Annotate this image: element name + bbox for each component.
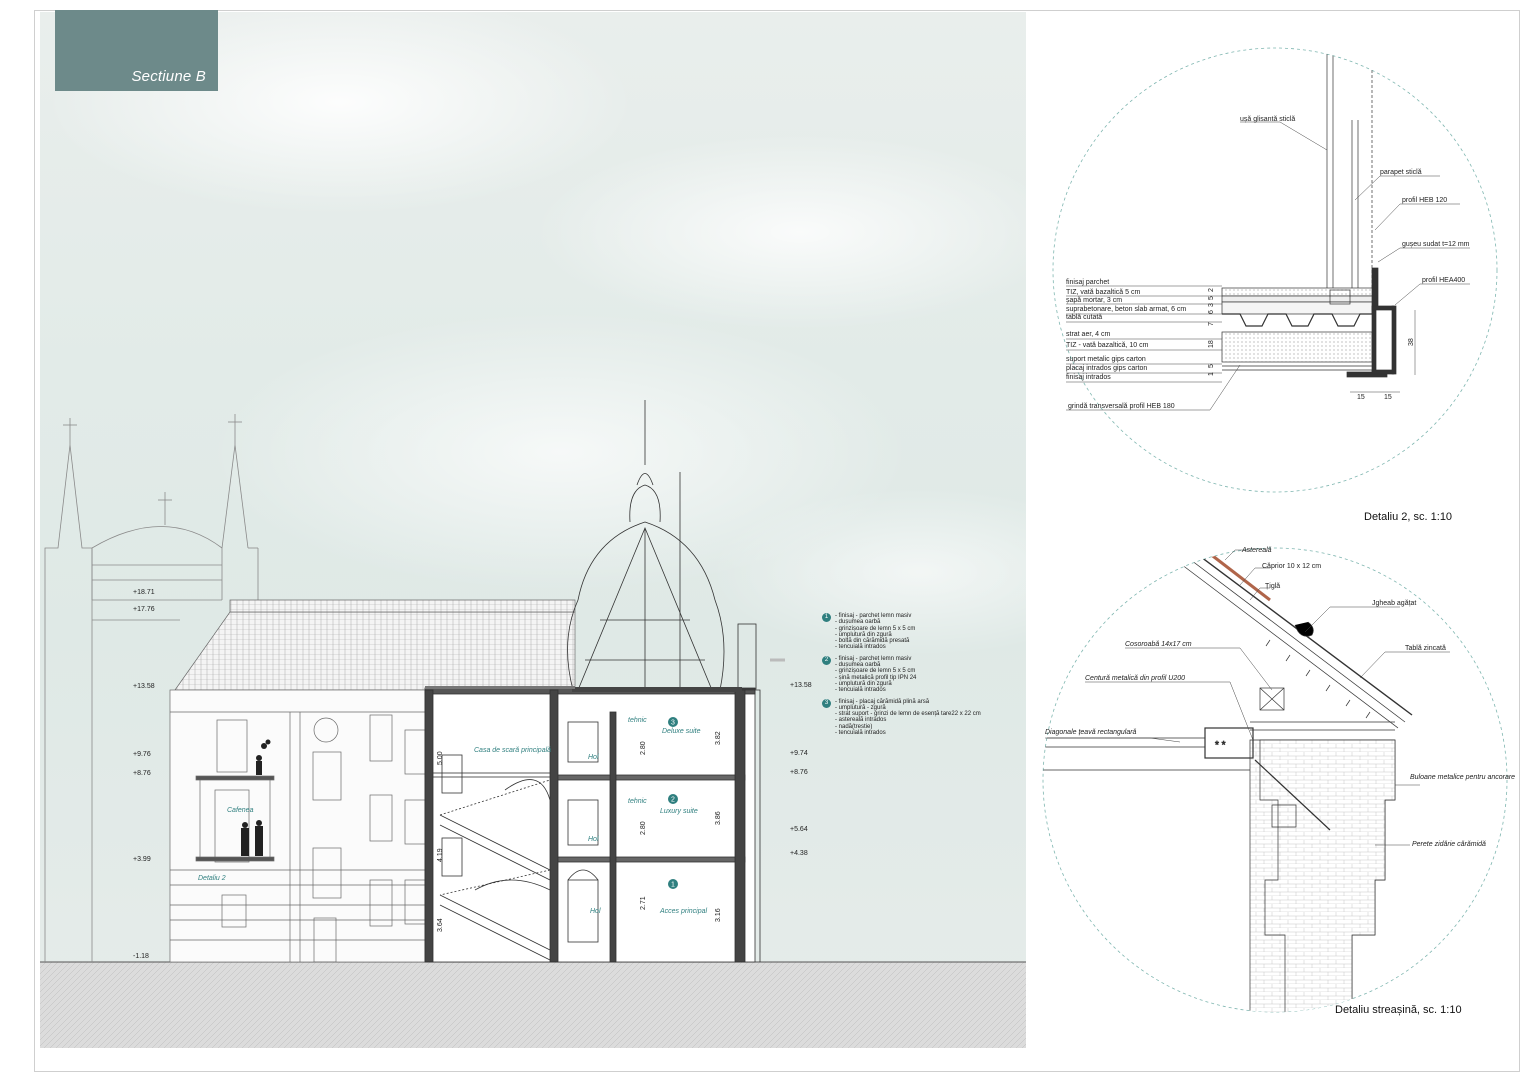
legend-item: 2 - finisaj - parchet lemn masiv - dușum… xyxy=(822,655,1022,694)
dim: 6 xyxy=(1208,310,1215,314)
dim: 2.71 xyxy=(640,896,647,910)
level: -1.18 xyxy=(133,953,149,960)
level: +8.76 xyxy=(133,770,151,777)
detail-eaves: * * Astereală Căprior 10 x 12 cm Țiglă J… xyxy=(1042,547,1515,1016)
dim: 2 xyxy=(1208,288,1215,292)
room-label: Hol xyxy=(588,836,599,843)
label-buloane: Buloane metalice pentru ancorare xyxy=(1410,774,1515,781)
room-marker: 1 xyxy=(671,882,675,889)
label-tigla: Țiglă xyxy=(1265,583,1280,590)
dim: 3.64 xyxy=(437,918,444,932)
dim: 5.00 xyxy=(437,751,444,765)
layer: șapă mortar, 3 cm xyxy=(1066,297,1122,304)
dim: 15 xyxy=(1384,394,1392,401)
room-label: Hol xyxy=(588,754,599,761)
legend-number: 3 xyxy=(822,698,831,708)
label-centura: Centură metalică din profil U200 xyxy=(1085,675,1185,682)
detail-2-circle xyxy=(1052,47,1498,493)
room-label: Hol xyxy=(590,908,601,915)
room-label: Luxury suite xyxy=(660,808,698,815)
layer: finisaj intrados xyxy=(1066,374,1111,381)
dim: 7 xyxy=(1208,322,1215,326)
label-tabla: Tablă zincată xyxy=(1405,645,1446,652)
room-label: tehnic xyxy=(628,798,647,805)
room-label: Deluxe suite xyxy=(662,728,701,735)
dim: 3.16 xyxy=(715,908,722,922)
level: +3.99 xyxy=(133,856,151,863)
legend-line: - tencuială intrados xyxy=(835,644,886,651)
layer: placaj intrados gips carton xyxy=(1066,365,1147,372)
level: +13.58 xyxy=(133,683,155,690)
label-hea400: profil HEA400 xyxy=(1422,277,1465,284)
room-marker: 2 xyxy=(671,797,675,804)
level: +4.38 xyxy=(790,850,808,857)
room-label: Acces principal xyxy=(659,908,708,915)
label-door: ușă glisantă sticlă xyxy=(1240,116,1295,123)
label-cosoroaba: Cosoroabă 14x17 cm xyxy=(1125,641,1192,648)
layer: finisaj parchet xyxy=(1066,279,1109,286)
legend-item: 3 - finisaj - placaj cărămidă plină arsă… xyxy=(822,698,1022,737)
room-label: Cafenea xyxy=(227,807,254,814)
dim: 1 xyxy=(1208,372,1215,376)
label-diagonale: Diagonale țeavă rectangulară xyxy=(1045,729,1137,736)
dim: 5 xyxy=(1208,364,1215,368)
label-gusset: gușeu sudat t=12 mm xyxy=(1402,241,1470,248)
level: +9.74 xyxy=(790,750,808,757)
dim: 5 xyxy=(1208,296,1215,300)
label-jgheab: Jgheab agățat xyxy=(1372,600,1416,607)
dim: 3 xyxy=(1208,303,1215,307)
legend-item: 1 - finisaj - parchet lemn masiv - dușum… xyxy=(822,613,1022,651)
room-marker: 3 xyxy=(671,720,675,727)
label-parapet: parapet sticlă xyxy=(1380,169,1422,176)
label-heb120: profil HEB 120 xyxy=(1402,197,1447,204)
legend-number: 2 xyxy=(822,655,831,665)
label-asterela: Astereală xyxy=(1241,547,1272,554)
level: +5.64 xyxy=(790,826,808,833)
cut-building xyxy=(424,687,756,963)
room-label: Detaliu 2 xyxy=(198,875,226,882)
dim: 3.82 xyxy=(715,731,722,745)
legend-line: - tencuială intrados xyxy=(835,687,886,694)
dim: 2.80 xyxy=(640,741,647,755)
level-markers-left: +18.71 +17.76 +13.58 +9.76 +8.76 +3.99 -… xyxy=(133,589,155,960)
detail-2: ușă glisantă sticlă parapet sticlă profi… xyxy=(1052,47,1498,523)
level-markers-right: +13.58 +9.74 +8.76 +5.64 +4.38 xyxy=(790,682,812,857)
level: +13.58 xyxy=(790,682,812,689)
label-beam: grindă transversală profil HEB 180 xyxy=(1068,403,1175,410)
detail-eaves-caption: Detaliu streașină, sc. 1:10 xyxy=(1335,1004,1462,1016)
level: +17.76 xyxy=(133,606,155,613)
layer: strat aer, 4 cm xyxy=(1066,331,1111,338)
dim-total: 38 xyxy=(1408,338,1415,346)
drawing-canvas: +18.71 +17.76 +13.58 +9.76 +8.76 +3.99 -… xyxy=(40,47,1515,1048)
dim: 4.19 xyxy=(437,848,444,862)
layer: suprabetonare, beton slab armat, 6 cm xyxy=(1066,306,1186,313)
room-label: Casa de scară principală xyxy=(474,747,551,754)
level: +9.76 xyxy=(133,751,151,758)
level: +18.71 xyxy=(133,589,155,596)
layer: TIZ, vată bazaltică 5 cm xyxy=(1066,289,1140,296)
dim: 15 xyxy=(1357,394,1365,401)
level: +8.76 xyxy=(790,769,808,776)
label-caprior: Căprior 10 x 12 cm xyxy=(1262,563,1321,570)
layer: TIZ - vată bazaltică, 10 cm xyxy=(1066,342,1149,349)
ground xyxy=(40,962,1026,1048)
dim: 3.86 xyxy=(715,811,722,825)
layer: tablă cutată xyxy=(1066,314,1102,321)
dim: 18 xyxy=(1208,340,1215,348)
legend-line: - tencuială intrados xyxy=(835,730,886,737)
detail-2-caption: Detaliu 2, sc. 1:10 xyxy=(1364,511,1452,523)
layer: suport metalic gips carton xyxy=(1066,356,1146,363)
floor-legend: 1 - finisaj - parchet lemn masiv - dușum… xyxy=(822,613,1022,741)
svg-text:* *: * * xyxy=(1215,740,1226,751)
room-label: tehnic xyxy=(628,717,647,724)
legend-number: 1 xyxy=(822,613,831,622)
label-perete: Perete zidărie cărămidă xyxy=(1412,841,1486,848)
dim: 2.80 xyxy=(640,821,647,835)
